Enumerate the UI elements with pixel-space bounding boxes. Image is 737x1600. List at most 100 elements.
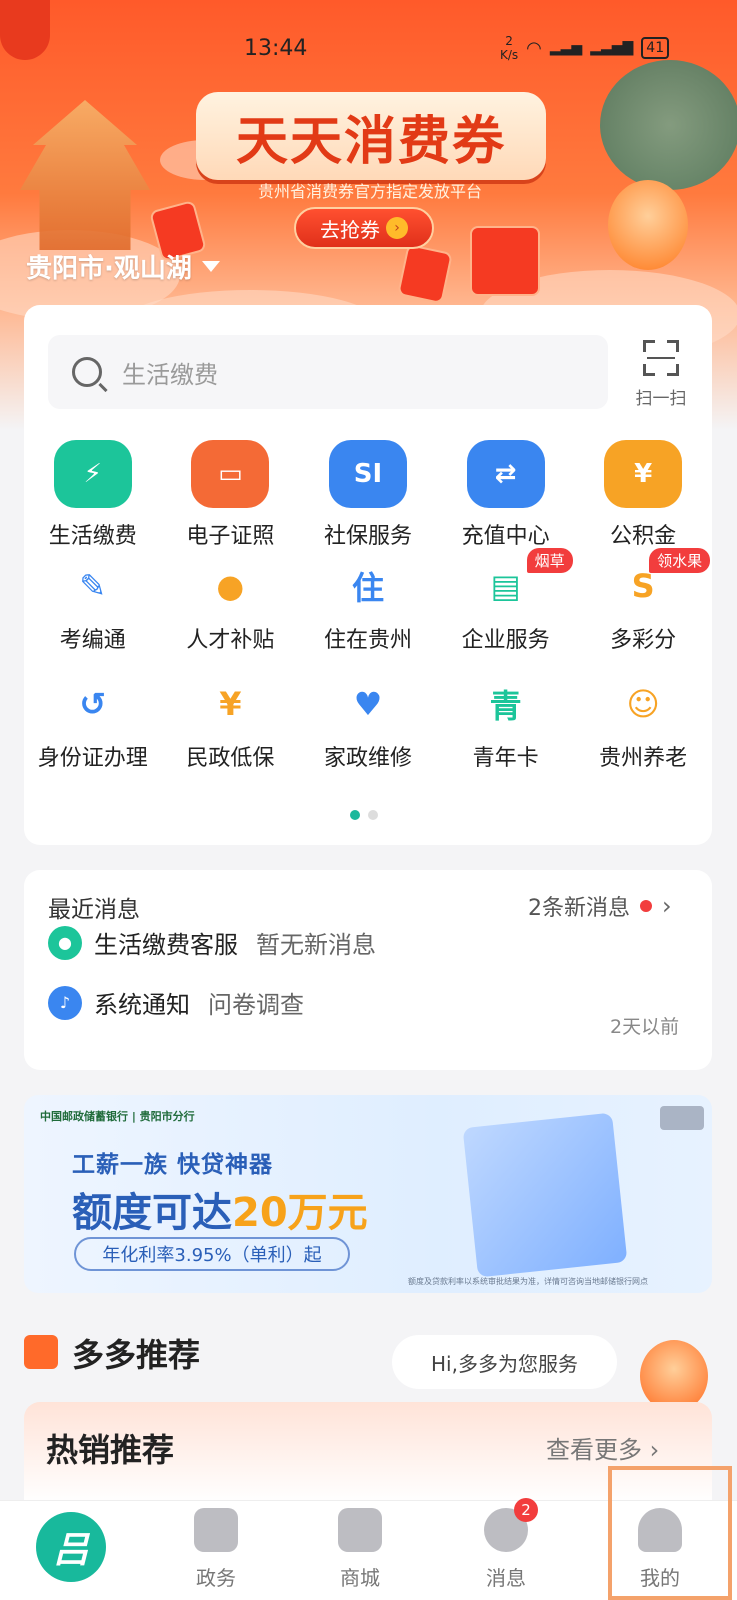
- service-item[interactable]: S 多彩分 领水果: [578, 548, 711, 660]
- unread-dot: [640, 900, 652, 912]
- mascot-icon: [608, 180, 688, 270]
- tab-shop[interactable]: 商城: [310, 1508, 410, 1591]
- lantern-decoration: [0, 0, 50, 60]
- wifi-icon: ◠: [526, 37, 542, 59]
- youth-card-icon: 青: [489, 687, 522, 725]
- gov-icon: [194, 1508, 238, 1552]
- doc-edit-icon: ✎: [79, 567, 107, 605]
- grab-coupon-button[interactable]: 去抢券 ›: [294, 207, 434, 249]
- red-envelope-icon: [397, 243, 453, 305]
- service-item[interactable]: ⇄ 充值中心: [441, 440, 571, 550]
- id-card-icon: ▭: [191, 440, 270, 508]
- location-label: 贵阳市·观山湖: [26, 254, 192, 284]
- house-heart-icon: ♥: [353, 685, 383, 723]
- service-item[interactable]: ▤ 企业服务 烟草: [441, 548, 573, 660]
- location-selector[interactable]: 贵阳市·观山湖: [26, 248, 220, 285]
- message-preview: 暂无新消息: [256, 931, 376, 959]
- si-icon: SI: [328, 440, 407, 508]
- ad-disclaimer: 额度及贷款利率以系统审批结果为准，详情可咨询当地邮储银行网点: [408, 1277, 648, 1286]
- scan-icon: [643, 340, 679, 376]
- banner-title-board: 天天消费券: [196, 92, 546, 180]
- ad-main-text-a: 额度可达: [72, 1190, 232, 1236]
- service-label: 公积金: [610, 524, 677, 549]
- recommend-title: 多多推荐: [72, 1336, 201, 1374]
- new-messages-link[interactable]: 2条新消息 ›: [528, 890, 672, 922]
- bell-icon: ♪: [48, 985, 82, 1020]
- signal-5g-icon: ▂▃▅▇: [590, 40, 634, 56]
- page-dot-active: [350, 810, 360, 820]
- search-placeholder: 生活缴费: [122, 360, 218, 389]
- message-item[interactable]: ● 生活缴费客服 暂无新消息: [48, 925, 376, 960]
- service-row: ✎ 考编通 ● 人才补贴住住在贵州 ▤ 企业服务 烟草 S 多彩分 领水果: [24, 548, 712, 660]
- tab-gov[interactable]: 政务: [166, 1508, 266, 1591]
- gift-box-icon: [462, 1112, 628, 1278]
- service-item[interactable]: ✎ 考编通: [28, 550, 158, 660]
- highlight-frame: [608, 1466, 732, 1600]
- service-item[interactable]: ▭ 电子证照: [165, 440, 295, 550]
- chevron-right-icon: ›: [662, 892, 672, 920]
- messages-title: 最近消息: [48, 897, 140, 923]
- doc-coin-icon: ●: [216, 567, 245, 605]
- service-label: 电子证照: [186, 524, 275, 549]
- service-label: 考编通: [59, 628, 126, 653]
- promo-badge: 烟草: [526, 548, 573, 573]
- net-speed-value: 2: [505, 34, 513, 48]
- search-input[interactable]: 生活缴费: [48, 335, 608, 409]
- assistant-bubble[interactable]: Hi,多多为您服务: [392, 1335, 617, 1389]
- service-item[interactable]: SI 社保服务: [303, 440, 433, 550]
- service-item[interactable]: 住住在贵州: [303, 550, 433, 660]
- service-item[interactable]: ● 人才补贴: [165, 550, 295, 660]
- search-icon: [72, 357, 102, 387]
- service-item[interactable]: ¥ 民政低保: [165, 668, 295, 778]
- shop-icon: [338, 1508, 382, 1552]
- service-item[interactable]: ⚡ 生活缴费: [28, 440, 158, 550]
- service-label: 社保服务: [323, 524, 412, 549]
- phone-recharge-icon: ⇄: [466, 440, 545, 508]
- status-time: 13:44: [244, 36, 308, 61]
- net-speed-unit: K/s: [500, 48, 519, 62]
- ad-main-text: 额度可达20万元: [72, 1180, 368, 1238]
- caret-down-icon: [201, 261, 220, 272]
- service-item[interactable]: ↺ 身份证办理: [28, 668, 158, 778]
- ad-headline: 工薪一族 快贷神器: [72, 1152, 274, 1178]
- ad-amount: 20万元: [232, 1190, 368, 1236]
- red-envelope-icon: [470, 226, 540, 296]
- ad-rate-pill: 年化利率3.95%（单利）起: [74, 1237, 350, 1271]
- see-more-link[interactable]: 查看更多 ›: [546, 1430, 659, 1465]
- tab-messages-label: 消息: [486, 1566, 526, 1590]
- service-label: 人才补贴: [186, 628, 275, 653]
- new-messages-count: 2条新消息: [528, 896, 630, 921]
- service-item[interactable]: ♥ 家政维修: [303, 668, 433, 778]
- status-indicators: 2 K/s ◠ ▂▃▅ ▂▃▅▇ 41: [500, 34, 670, 62]
- doc-home-icon: 住: [351, 569, 384, 607]
- pine-decoration: [600, 60, 737, 190]
- doc-refresh-icon: ↺: [79, 685, 107, 723]
- service-item[interactable]: 青青年卡: [441, 668, 571, 778]
- bolt-drop-icon: ⚡: [53, 440, 132, 508]
- service-label: 生活缴费: [48, 524, 137, 549]
- tab-shop-label: 商城: [340, 1566, 380, 1590]
- tab-gov-label: 政务: [196, 1566, 236, 1590]
- service-grid: ⚡ 生活缴费 ▭ 电子证照 SI 社保服务 ⇄ 充值中心 ¥ 公积金 ✎ 考编通 ● 人才补贴住住在贵州 ▤…: [24, 440, 712, 778]
- service-label: 企业服务: [461, 628, 550, 653]
- message-preview: 问卷调查: [208, 991, 304, 1019]
- service-item[interactable]: ☺ 贵州养老: [578, 668, 708, 778]
- bank-logo: 中国邮政储蓄银行 | 贵阳市分行: [40, 1110, 195, 1123]
- service-label: 贵州养老: [599, 746, 688, 771]
- page-dot: [368, 810, 378, 820]
- promo-badge: 领水果: [649, 548, 711, 573]
- house-yen-icon: ¥: [604, 440, 683, 508]
- service-item[interactable]: ¥ 公积金: [578, 440, 708, 550]
- service-label: 身份证办理: [37, 746, 148, 771]
- service-agent-icon: ●: [48, 925, 82, 960]
- ad-close-button[interactable]: [660, 1106, 704, 1130]
- message-item[interactable]: ♪ 系统通知 问卷调查: [48, 985, 304, 1020]
- person-yen-icon: ¥: [219, 685, 242, 723]
- elderly-icon: ☺: [626, 685, 660, 723]
- tab-home[interactable]: 吕: [36, 1512, 106, 1582]
- arrow-right-icon: ›: [386, 217, 408, 239]
- page-indicator: [350, 810, 378, 820]
- message-sender: 生活缴费客服: [94, 931, 238, 959]
- tab-messages[interactable]: 2 消息: [456, 1498, 556, 1591]
- scan-button[interactable]: 扫一扫: [626, 340, 696, 409]
